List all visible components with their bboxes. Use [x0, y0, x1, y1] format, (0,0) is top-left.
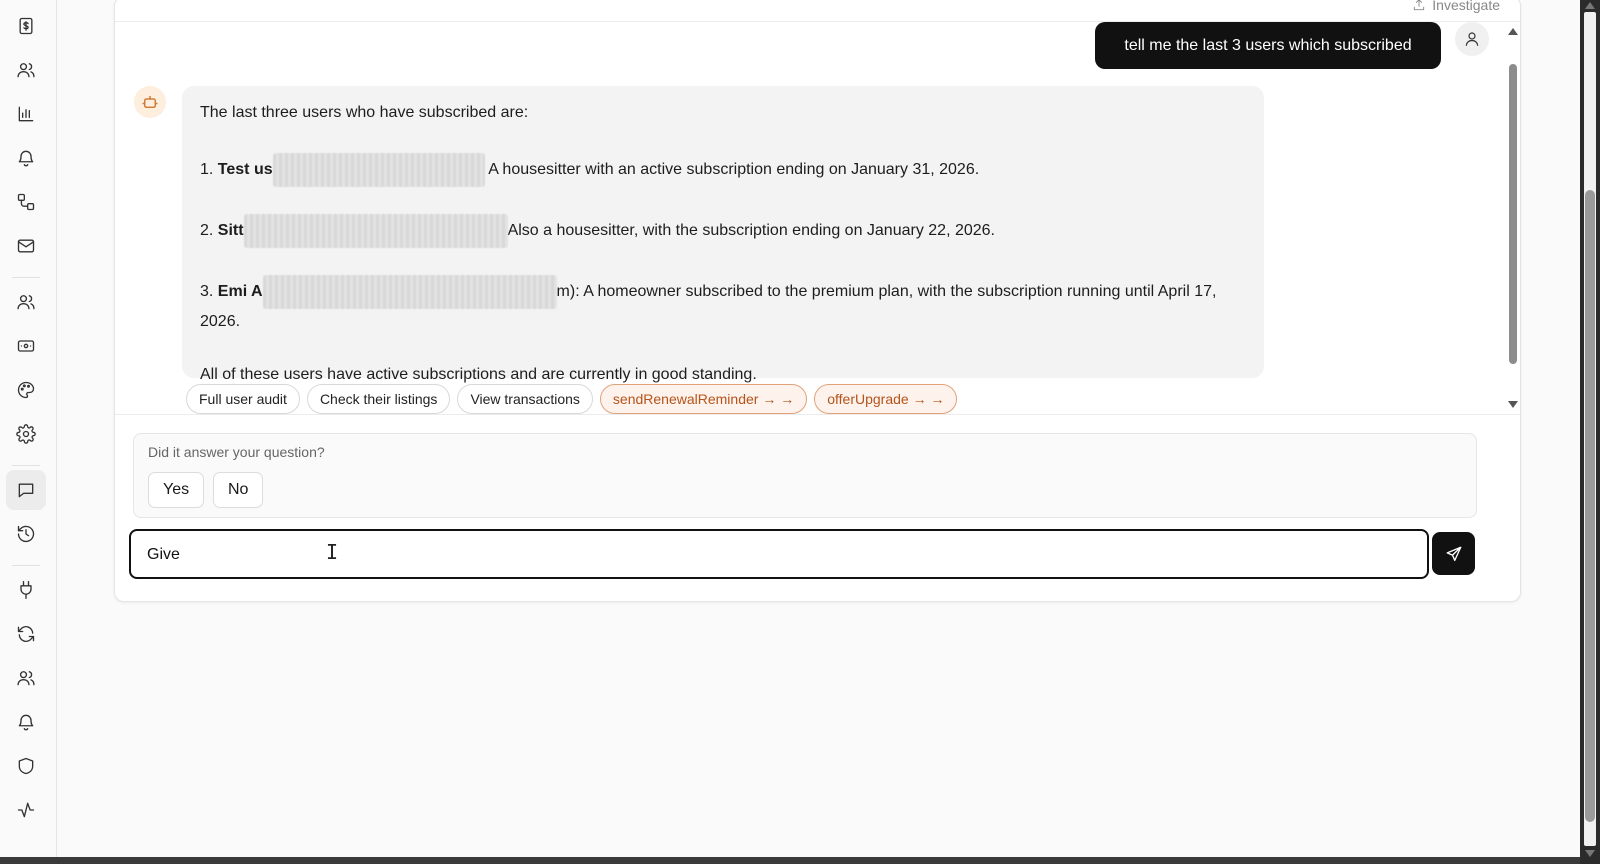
send-icon: [1446, 546, 1461, 561]
no-button[interactable]: No: [213, 472, 264, 508]
feedback-question: Did it answer your question?: [148, 444, 325, 460]
text-cursor-icon: I: [326, 540, 339, 564]
activity-icon[interactable]: [6, 790, 46, 830]
message-input-box[interactable]: [129, 529, 1429, 579]
sidebar-divider: [12, 465, 40, 466]
history-icon[interactable]: [6, 514, 46, 554]
user-avatar: [1455, 22, 1489, 56]
chat-panel: Investigate tell me the last 3 users whi…: [114, 0, 1521, 602]
user-icon: [1465, 32, 1479, 46]
gear-icon[interactable]: [6, 414, 46, 454]
bar-chart-icon[interactable]: [6, 94, 46, 134]
bot-item-2: 2. Sitt Also a housesitter, with the subs…: [200, 214, 1246, 248]
chip-view-transactions[interactable]: View transactions: [457, 384, 593, 414]
palette-icon[interactable]: [6, 370, 46, 410]
window-scrollbar[interactable]: [1580, 0, 1600, 864]
investigate-label: Investigate: [1432, 0, 1500, 13]
shield-icon[interactable]: [6, 746, 46, 786]
redacted-block: [262, 275, 557, 309]
chip-offer-upgrade[interactable]: offerUpgrade → →: [814, 384, 958, 414]
bell-alt-icon[interactable]: [6, 702, 46, 742]
team-icon[interactable]: [6, 282, 46, 322]
send-button[interactable]: [1432, 532, 1475, 575]
users-icon[interactable]: [6, 50, 46, 90]
dollar-document-icon[interactable]: [6, 6, 46, 46]
message-list[interactable]: tell me the last 3 users which subscribe…: [115, 22, 1520, 415]
window-scroll-thumb[interactable]: [1585, 190, 1595, 822]
chat-icon[interactable]: [6, 470, 46, 510]
bell-icon[interactable]: [6, 138, 46, 178]
sidebar-divider: [12, 565, 40, 566]
bot-icon: [142, 96, 158, 108]
suggestion-chips: Full user audit Check their listings Vie…: [186, 384, 958, 414]
scroll-up-arrow[interactable]: [1508, 28, 1518, 35]
bot-message-bubble: The last three users who have subscribed…: [182, 86, 1264, 383]
feedback-box: Did it answer your question? Yes No: [133, 433, 1477, 518]
chip-full-user-audit[interactable]: Full user audit: [186, 384, 300, 414]
mail-icon[interactable]: [6, 226, 46, 266]
investigate-button[interactable]: Investigate: [1412, 0, 1500, 13]
refresh-icon[interactable]: [6, 614, 46, 654]
bot-item-1: 1. Test us A housesitter with an active …: [200, 153, 1246, 187]
plug-icon[interactable]: [6, 570, 46, 610]
redacted-block: [243, 214, 508, 248]
sidebar: [0, 0, 57, 857]
user-message-text: tell me the last 3 users which subscribe…: [1124, 36, 1412, 54]
workflow-icon[interactable]: [6, 182, 46, 222]
bot-avatar: [134, 86, 166, 118]
scroll-down-arrow[interactable]: [1508, 401, 1518, 408]
people-icon[interactable]: [6, 658, 46, 698]
sidebar-divider: [12, 277, 40, 278]
window-scroll-up[interactable]: [1585, 2, 1595, 9]
user-message-bubble: tell me the last 3 users which subscribe…: [1095, 22, 1441, 69]
ticket-icon[interactable]: [6, 326, 46, 366]
bot-item-3: 3. Emi Am): A homeowner subscribed to th…: [200, 275, 1246, 335]
export-icon: [1414, 0, 1425, 11]
scroll-thumb[interactable]: [1509, 64, 1517, 364]
window-scroll-down[interactable]: [1585, 850, 1595, 857]
yes-button[interactable]: Yes: [148, 472, 205, 508]
bot-intro: The last three users who have subscribed…: [200, 104, 529, 121]
chip-send-renewal-reminder[interactable]: sendRenewalReminder → →: [599, 384, 808, 414]
chip-check-listings[interactable]: Check their listings: [306, 384, 451, 414]
message-scrollbar[interactable]: [1507, 28, 1518, 408]
app-window: Investigate tell me the last 3 users whi…: [0, 0, 1580, 857]
redacted-block: [272, 153, 485, 187]
